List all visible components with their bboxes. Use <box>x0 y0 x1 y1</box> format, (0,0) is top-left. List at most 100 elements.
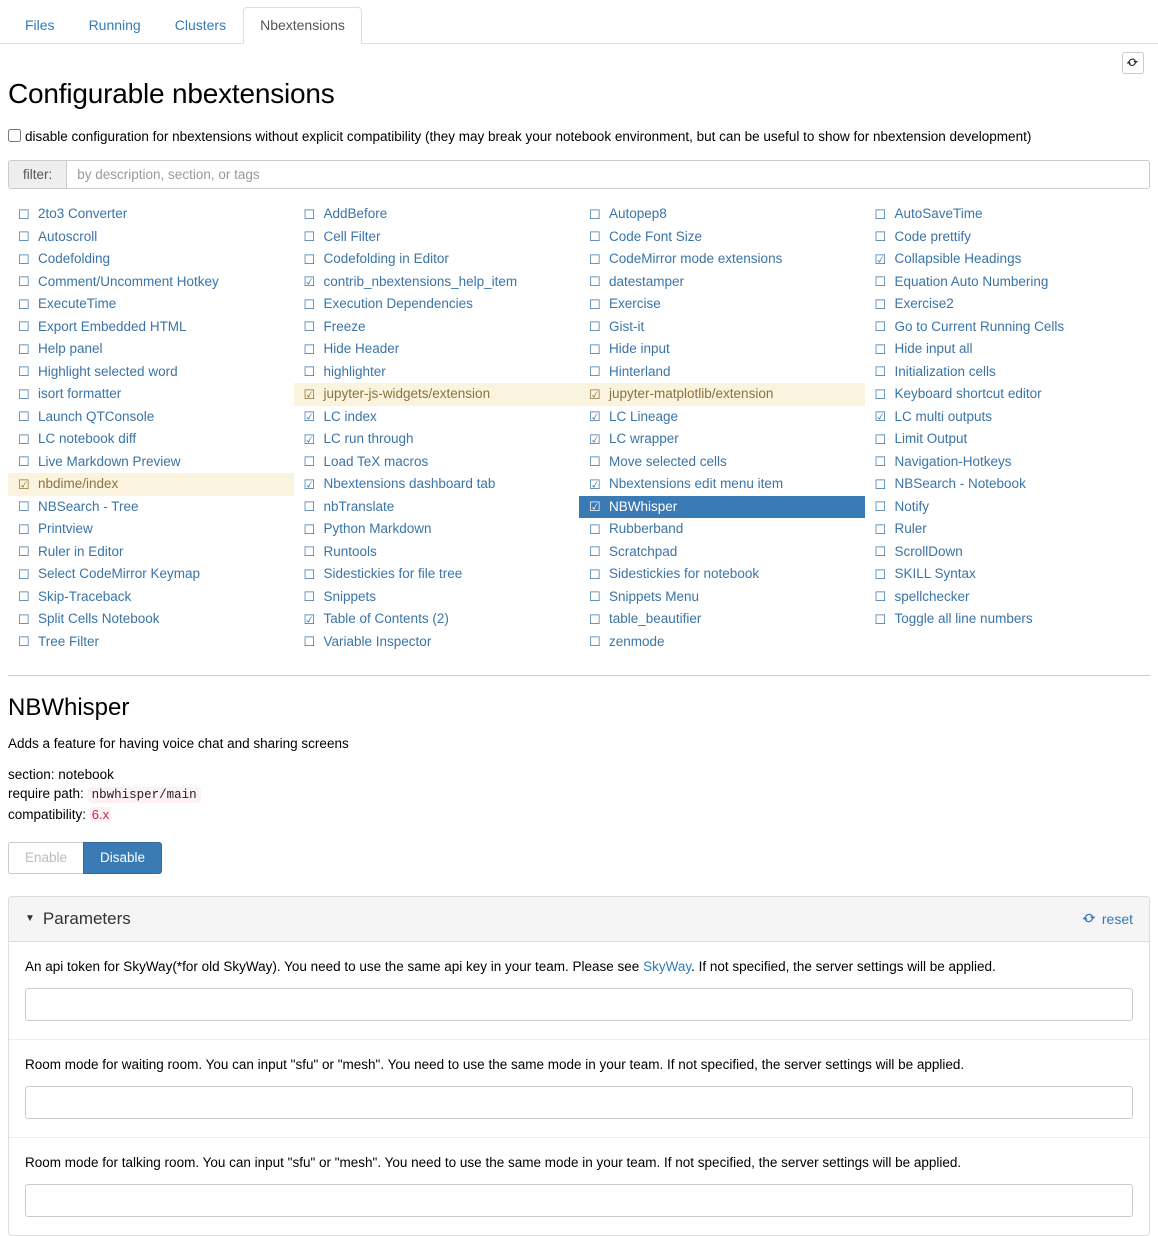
checkbox-unchecked-icon[interactable]: ☐ <box>304 545 317 558</box>
checkbox-unchecked-icon[interactable]: ☐ <box>875 388 888 401</box>
parameter-input[interactable] <box>25 1086 1133 1119</box>
extension-item[interactable]: ☑ Nbextensions dashboard tab <box>294 473 580 496</box>
checkbox-checked-icon[interactable]: ☑ <box>304 388 317 401</box>
checkbox-unchecked-icon[interactable]: ☐ <box>589 455 602 468</box>
extension-item[interactable]: ☐ table_beautifier <box>579 608 865 631</box>
checkbox-checked-icon[interactable]: ☑ <box>304 613 317 626</box>
checkbox-unchecked-icon[interactable]: ☐ <box>875 590 888 603</box>
extension-item[interactable]: ☑ LC index <box>294 406 580 429</box>
parameters-panel-header[interactable]: ▼ Parameters reset <box>9 897 1149 942</box>
checkbox-checked-icon[interactable]: ☑ <box>875 410 888 423</box>
extension-item[interactable]: ☐ Scratchpad <box>579 541 865 564</box>
checkbox-unchecked-icon[interactable]: ☐ <box>304 523 317 536</box>
extension-item[interactable]: ☐ Cell Filter <box>294 226 580 249</box>
checkbox-unchecked-icon[interactable]: ☐ <box>589 253 602 266</box>
checkbox-unchecked-icon[interactable]: ☐ <box>589 365 602 378</box>
checkbox-checked-icon[interactable]: ☑ <box>304 275 317 288</box>
checkbox-unchecked-icon[interactable]: ☐ <box>304 208 317 221</box>
checkbox-unchecked-icon[interactable]: ☐ <box>18 208 31 221</box>
extension-item[interactable]: ☐ Equation Auto Numbering <box>865 271 1151 294</box>
reset-link[interactable]: reset <box>1082 911 1133 927</box>
extension-item[interactable]: ☑ Collapsible Headings <box>865 248 1151 271</box>
checkbox-checked-icon[interactable]: ☑ <box>589 500 602 513</box>
extension-item[interactable]: ☐ isort formatter <box>8 383 294 406</box>
extension-item[interactable]: ☐ highlighter <box>294 361 580 384</box>
checkbox-unchecked-icon[interactable]: ☐ <box>18 343 31 356</box>
extension-item[interactable]: ☐ Keyboard shortcut editor <box>865 383 1151 406</box>
extension-item[interactable]: ☐ LC notebook diff <box>8 428 294 451</box>
checkbox-unchecked-icon[interactable]: ☐ <box>18 365 31 378</box>
checkbox-unchecked-icon[interactable]: ☐ <box>304 635 317 648</box>
extension-item[interactable]: ☐ Hide input <box>579 338 865 361</box>
extension-item[interactable]: ☑ jupyter-matplotlib/extension <box>579 383 865 406</box>
extension-item[interactable]: ☑ NBWhisper <box>579 495 865 518</box>
checkbox-unchecked-icon[interactable]: ☐ <box>18 388 31 401</box>
extension-item[interactable]: ☐ Sidestickies for notebook <box>579 563 865 586</box>
extension-item[interactable]: ☐ Code Font Size <box>579 226 865 249</box>
extension-item[interactable]: ☐ Skip-Traceback <box>8 586 294 609</box>
checkbox-checked-icon[interactable]: ☑ <box>304 410 317 423</box>
extension-item[interactable]: ☐ ExecuteTime <box>8 293 294 316</box>
checkbox-unchecked-icon[interactable]: ☐ <box>304 568 317 581</box>
checkbox-unchecked-icon[interactable]: ☐ <box>304 343 317 356</box>
checkbox-unchecked-icon[interactable]: ☐ <box>589 298 602 311</box>
checkbox-unchecked-icon[interactable]: ☐ <box>875 568 888 581</box>
extension-item[interactable]: ☐ Execution Dependencies <box>294 293 580 316</box>
extension-item[interactable]: ☑ nbdime/index <box>8 473 294 496</box>
extension-item[interactable]: ☐ Freeze <box>294 316 580 339</box>
checkbox-unchecked-icon[interactable]: ☐ <box>875 433 888 446</box>
extension-item[interactable]: ☐ Code prettify <box>865 226 1151 249</box>
parameter-input[interactable] <box>25 1184 1133 1217</box>
checkbox-unchecked-icon[interactable]: ☐ <box>875 523 888 536</box>
checkbox-checked-icon[interactable]: ☑ <box>875 253 888 266</box>
checkbox-unchecked-icon[interactable]: ☐ <box>875 478 888 491</box>
checkbox-unchecked-icon[interactable]: ☐ <box>18 230 31 243</box>
checkbox-unchecked-icon[interactable]: ☐ <box>18 253 31 266</box>
extension-item[interactable]: ☐ Go to Current Running Cells <box>865 316 1151 339</box>
checkbox-unchecked-icon[interactable]: ☐ <box>875 455 888 468</box>
extension-item[interactable]: ☐ AddBefore <box>294 203 580 226</box>
extension-item[interactable]: ☐ Hide input all <box>865 338 1151 361</box>
tab-running[interactable]: Running <box>72 7 158 44</box>
tab-files[interactable]: Files <box>8 7 72 44</box>
extension-item[interactable]: ☐ Snippets Menu <box>579 586 865 609</box>
extension-item[interactable]: ☐ nbTranslate <box>294 496 580 519</box>
extension-item[interactable]: ☐ Select CodeMirror Keymap <box>8 563 294 586</box>
checkbox-unchecked-icon[interactable]: ☐ <box>589 208 602 221</box>
extension-item[interactable]: ☐ Move selected cells <box>579 451 865 474</box>
checkbox-unchecked-icon[interactable]: ☐ <box>304 455 317 468</box>
extension-item[interactable]: ☑ LC Lineage <box>579 406 865 429</box>
checkbox-unchecked-icon[interactable]: ☐ <box>875 230 888 243</box>
checkbox-unchecked-icon[interactable]: ☐ <box>304 590 317 603</box>
extension-item[interactable]: ☑ contrib_nbextensions_help_item <box>294 271 580 294</box>
extension-item[interactable]: ☐ spellchecker <box>865 586 1151 609</box>
extension-item[interactable]: ☐ Snippets <box>294 586 580 609</box>
extension-item[interactable]: ☐ Runtools <box>294 541 580 564</box>
extension-item[interactable]: ☐ NBSearch - Notebook <box>865 473 1151 496</box>
checkbox-checked-icon[interactable]: ☑ <box>304 433 317 446</box>
extension-item[interactable]: ☐ SKILL Syntax <box>865 563 1151 586</box>
extension-item[interactable]: ☐ NBSearch - Tree <box>8 496 294 519</box>
extension-item[interactable]: ☐ Comment/Uncomment Hotkey <box>8 271 294 294</box>
checkbox-unchecked-icon[interactable]: ☐ <box>589 568 602 581</box>
checkbox-unchecked-icon[interactable]: ☐ <box>589 523 602 536</box>
extension-item[interactable]: ☐ Exercise <box>579 293 865 316</box>
extension-item[interactable]: ☐ Initialization cells <box>865 361 1151 384</box>
checkbox-checked-icon[interactable]: ☑ <box>589 410 602 423</box>
extension-item[interactable]: ☐ ScrollDown <box>865 541 1151 564</box>
extension-item[interactable]: ☐ Launch QTConsole <box>8 406 294 429</box>
checkbox-unchecked-icon[interactable]: ☐ <box>18 500 31 513</box>
checkbox-unchecked-icon[interactable]: ☐ <box>304 320 317 333</box>
parameter-input[interactable] <box>25 988 1133 1021</box>
checkbox-unchecked-icon[interactable]: ☐ <box>18 545 31 558</box>
checkbox-unchecked-icon[interactable]: ☐ <box>875 343 888 356</box>
checkbox-unchecked-icon[interactable]: ☐ <box>875 208 888 221</box>
checkbox-unchecked-icon[interactable]: ☐ <box>589 635 602 648</box>
checkbox-unchecked-icon[interactable]: ☐ <box>875 365 888 378</box>
extension-item[interactable]: ☐ Hide Header <box>294 338 580 361</box>
extension-item[interactable]: ☐ Ruler <box>865 518 1151 541</box>
extension-item[interactable]: ☑ LC multi outputs <box>865 406 1151 429</box>
tab-clusters[interactable]: Clusters <box>158 7 243 44</box>
checkbox-checked-icon[interactable]: ☑ <box>589 388 602 401</box>
extension-item[interactable]: ☐ datestamper <box>579 271 865 294</box>
